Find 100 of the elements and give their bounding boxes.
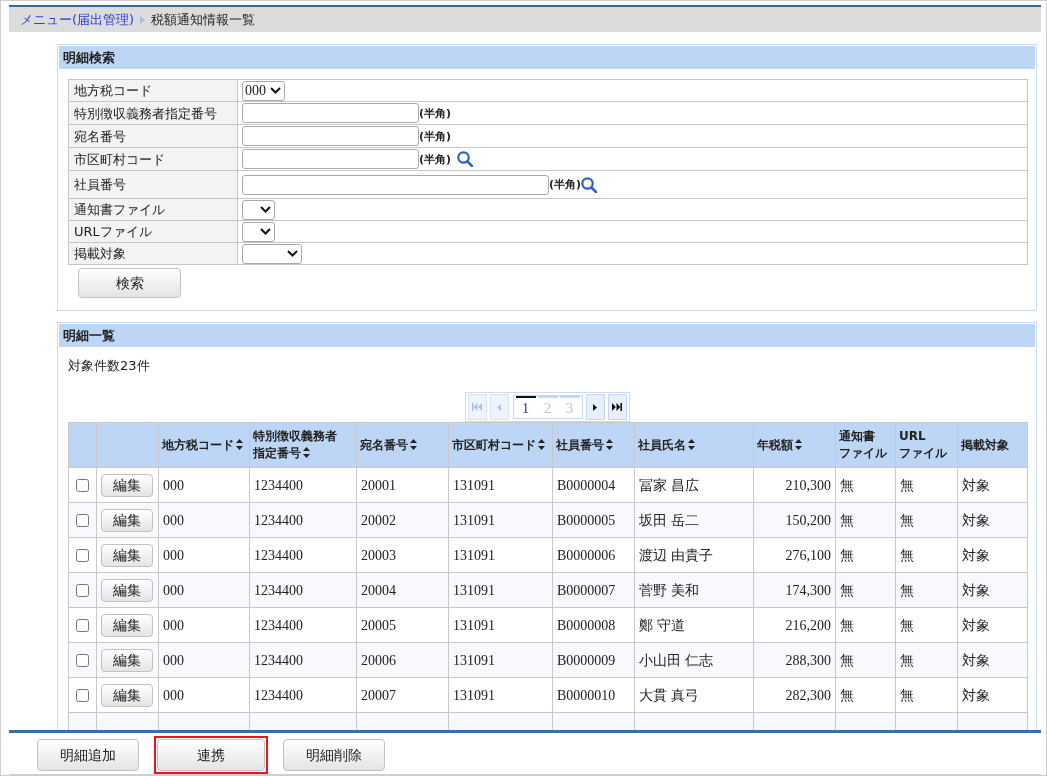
edit-button[interactable]: 編集 [101, 648, 153, 672]
dropdown[interactable] [242, 221, 275, 242]
table-cell: 000 [158, 607, 250, 643]
text-input[interactable] [242, 103, 419, 123]
field-label: 市区町村コード [68, 147, 238, 171]
edit-button[interactable]: 編集 [101, 683, 153, 707]
row-checkbox[interactable] [76, 619, 89, 633]
column-header[interactable]: 市区町村コード [448, 422, 553, 468]
table-cell: 小山田 仁志 [634, 642, 754, 678]
table-cell: 20004 [356, 572, 449, 608]
table-cell: 無 [895, 642, 958, 678]
chevron-down-icon [270, 87, 281, 94]
breadcrumb-current: 税額通知情報一覧 [151, 10, 256, 29]
search-button[interactable]: 検索 [78, 268, 181, 298]
last-page-button[interactable] [607, 394, 627, 420]
table-cell: 131091 [448, 677, 553, 713]
dropdown[interactable] [242, 199, 275, 220]
edit-button[interactable]: 編集 [101, 578, 153, 602]
next-page-button[interactable] [585, 394, 605, 420]
edit-button[interactable]: 編集 [101, 543, 153, 567]
edit-button[interactable]: 編集 [101, 613, 153, 637]
table-cell: 1234400 [249, 467, 357, 503]
half-width-note: (半角) [419, 107, 452, 119]
panel-title: 明細一覧 [59, 324, 1035, 347]
sort-icon[interactable] [410, 438, 417, 450]
table-cell: B0000010 [552, 677, 635, 713]
footer-button[interactable]: 明細削除 [283, 739, 385, 771]
column-header[interactable]: 社員氏名 [634, 422, 754, 468]
edit-button[interactable]: 編集 [101, 473, 153, 497]
table-cell: 000 [158, 502, 250, 538]
caret-left-icon [497, 403, 501, 411]
text-input[interactable] [242, 174, 549, 195]
column-header: 通知書 ファイル [835, 422, 896, 468]
row-checkbox[interactable] [76, 479, 89, 493]
column-header[interactable]: 地方税コード [158, 422, 250, 468]
row-checkbox[interactable] [76, 514, 89, 528]
result-count: 対象件数23件 [68, 359, 150, 373]
table-cell: 無 [895, 677, 958, 713]
row-checkbox[interactable] [76, 584, 89, 598]
sort-icon[interactable] [606, 438, 613, 450]
table-cell: 無 [895, 607, 958, 643]
table-cell: 無 [895, 572, 958, 608]
page-number[interactable]: 1 [515, 396, 536, 418]
column-header[interactable]: 社員番号 [552, 422, 635, 468]
table-cell: 鄭 守道 [634, 607, 754, 643]
field-label: 社員番号 [68, 170, 238, 199]
text-input[interactable] [242, 149, 419, 169]
sort-icon[interactable] [688, 438, 695, 450]
skip-to-end-icon [612, 403, 622, 411]
table-cell: 20006 [356, 642, 449, 678]
table-cell: 288,300 [753, 642, 836, 678]
row-checkbox[interactable] [76, 689, 89, 703]
search-icon[interactable] [457, 151, 474, 167]
sort-icon[interactable] [795, 438, 802, 450]
half-width-note: (半角) [419, 130, 452, 142]
table-cell: 大貫 真弓 [634, 677, 754, 713]
table-cell: 1234400 [249, 607, 357, 643]
column-header[interactable]: 特別徴収義務者 指定番号 [249, 422, 357, 468]
footer-button[interactable]: 明細追加 [37, 739, 139, 771]
breadcrumb-link[interactable]: メニュー(届出管理) [20, 9, 135, 30]
table-cell: 無 [835, 642, 896, 678]
field-label: URLファイル [68, 220, 238, 243]
sort-icon[interactable] [538, 438, 545, 450]
table-cell: 131091 [448, 642, 553, 678]
column-header[interactable]: 宛名番号 [356, 422, 449, 468]
table-cell: 1234400 [249, 502, 357, 538]
table-cell: 冨家 昌広 [634, 467, 754, 503]
sort-icon[interactable] [236, 438, 243, 450]
dropdown[interactable]: 000 [242, 80, 285, 101]
footer-button[interactable]: 連携 [157, 739, 265, 771]
table-cell: 210,300 [753, 467, 836, 503]
table-cell: 131091 [448, 607, 553, 643]
table-cell: 216,200 [753, 607, 836, 643]
row-checkbox[interactable] [76, 549, 89, 563]
column-header[interactable]: 年税額 [753, 422, 836, 468]
table-cell: 無 [835, 677, 896, 713]
field-label: 通知書ファイル [68, 198, 238, 221]
field-label: 宛名番号 [68, 124, 238, 148]
table-cell: 000 [158, 677, 250, 713]
table-cell: 20005 [356, 607, 449, 643]
row-checkbox[interactable] [76, 654, 89, 668]
field-label: 特別徴収義務者指定番号 [68, 101, 238, 125]
table-cell: 対象 [957, 502, 1028, 538]
table-cell: 000 [158, 467, 250, 503]
text-input[interactable] [242, 126, 419, 146]
half-width-note: (半角) [549, 179, 582, 190]
table-cell: 無 [895, 502, 958, 538]
chevron-down-icon [287, 250, 298, 257]
search-icon[interactable] [581, 176, 598, 193]
chevron-down-icon [260, 228, 271, 235]
table-cell: 1234400 [249, 677, 357, 713]
table-cell: B0000005 [552, 502, 635, 538]
field-label: 地方税コード [68, 79, 238, 102]
edit-button[interactable]: 編集 [101, 508, 153, 532]
table-cell: 131091 [448, 537, 553, 573]
table-cell: 対象 [957, 642, 1028, 678]
table-cell: 無 [835, 467, 896, 503]
table-cell: 対象 [957, 537, 1028, 573]
table-cell: 20007 [356, 677, 449, 713]
sort-icon[interactable] [303, 447, 310, 458]
